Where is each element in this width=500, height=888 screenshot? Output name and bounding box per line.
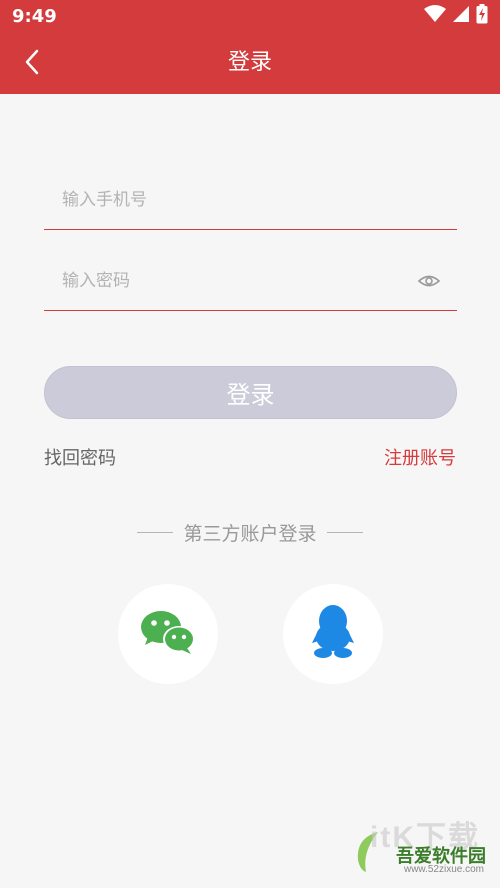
qq-login-button[interactable]: [283, 584, 383, 684]
third-party-divider: 第三方账户登录: [0, 518, 500, 546]
third-party-label: 第三方账户登录: [183, 522, 317, 545]
watermark-url: www.52zixue.com: [403, 864, 484, 875]
wechat-icon: [139, 607, 197, 661]
password-field: [44, 251, 457, 311]
app-header: 9:49 登录: [0, 0, 500, 94]
site-watermark: itK下载 吾爱软件园 www.52zixue.com: [352, 812, 492, 882]
qq-icon: [309, 603, 357, 665]
status-time: 9:49: [12, 6, 57, 27]
password-input[interactable]: [62, 263, 402, 299]
status-icons: [424, 4, 488, 28]
wifi-icon: [424, 5, 446, 27]
wechat-login-button[interactable]: [118, 584, 218, 684]
login-button[interactable]: 登录: [44, 366, 457, 419]
divider-line-left: [137, 531, 174, 533]
page-title: 登录: [227, 50, 272, 75]
battery-charging-icon: [476, 4, 488, 28]
eye-icon[interactable]: [417, 271, 441, 291]
phone-input[interactable]: [62, 182, 402, 218]
cellular-signal-icon: [452, 5, 470, 27]
phone-field: [44, 170, 457, 230]
divider-line-right: [326, 531, 363, 533]
forgot-password-link[interactable]: 找回密码: [44, 444, 116, 470]
register-link[interactable]: 注册账号: [384, 444, 456, 470]
